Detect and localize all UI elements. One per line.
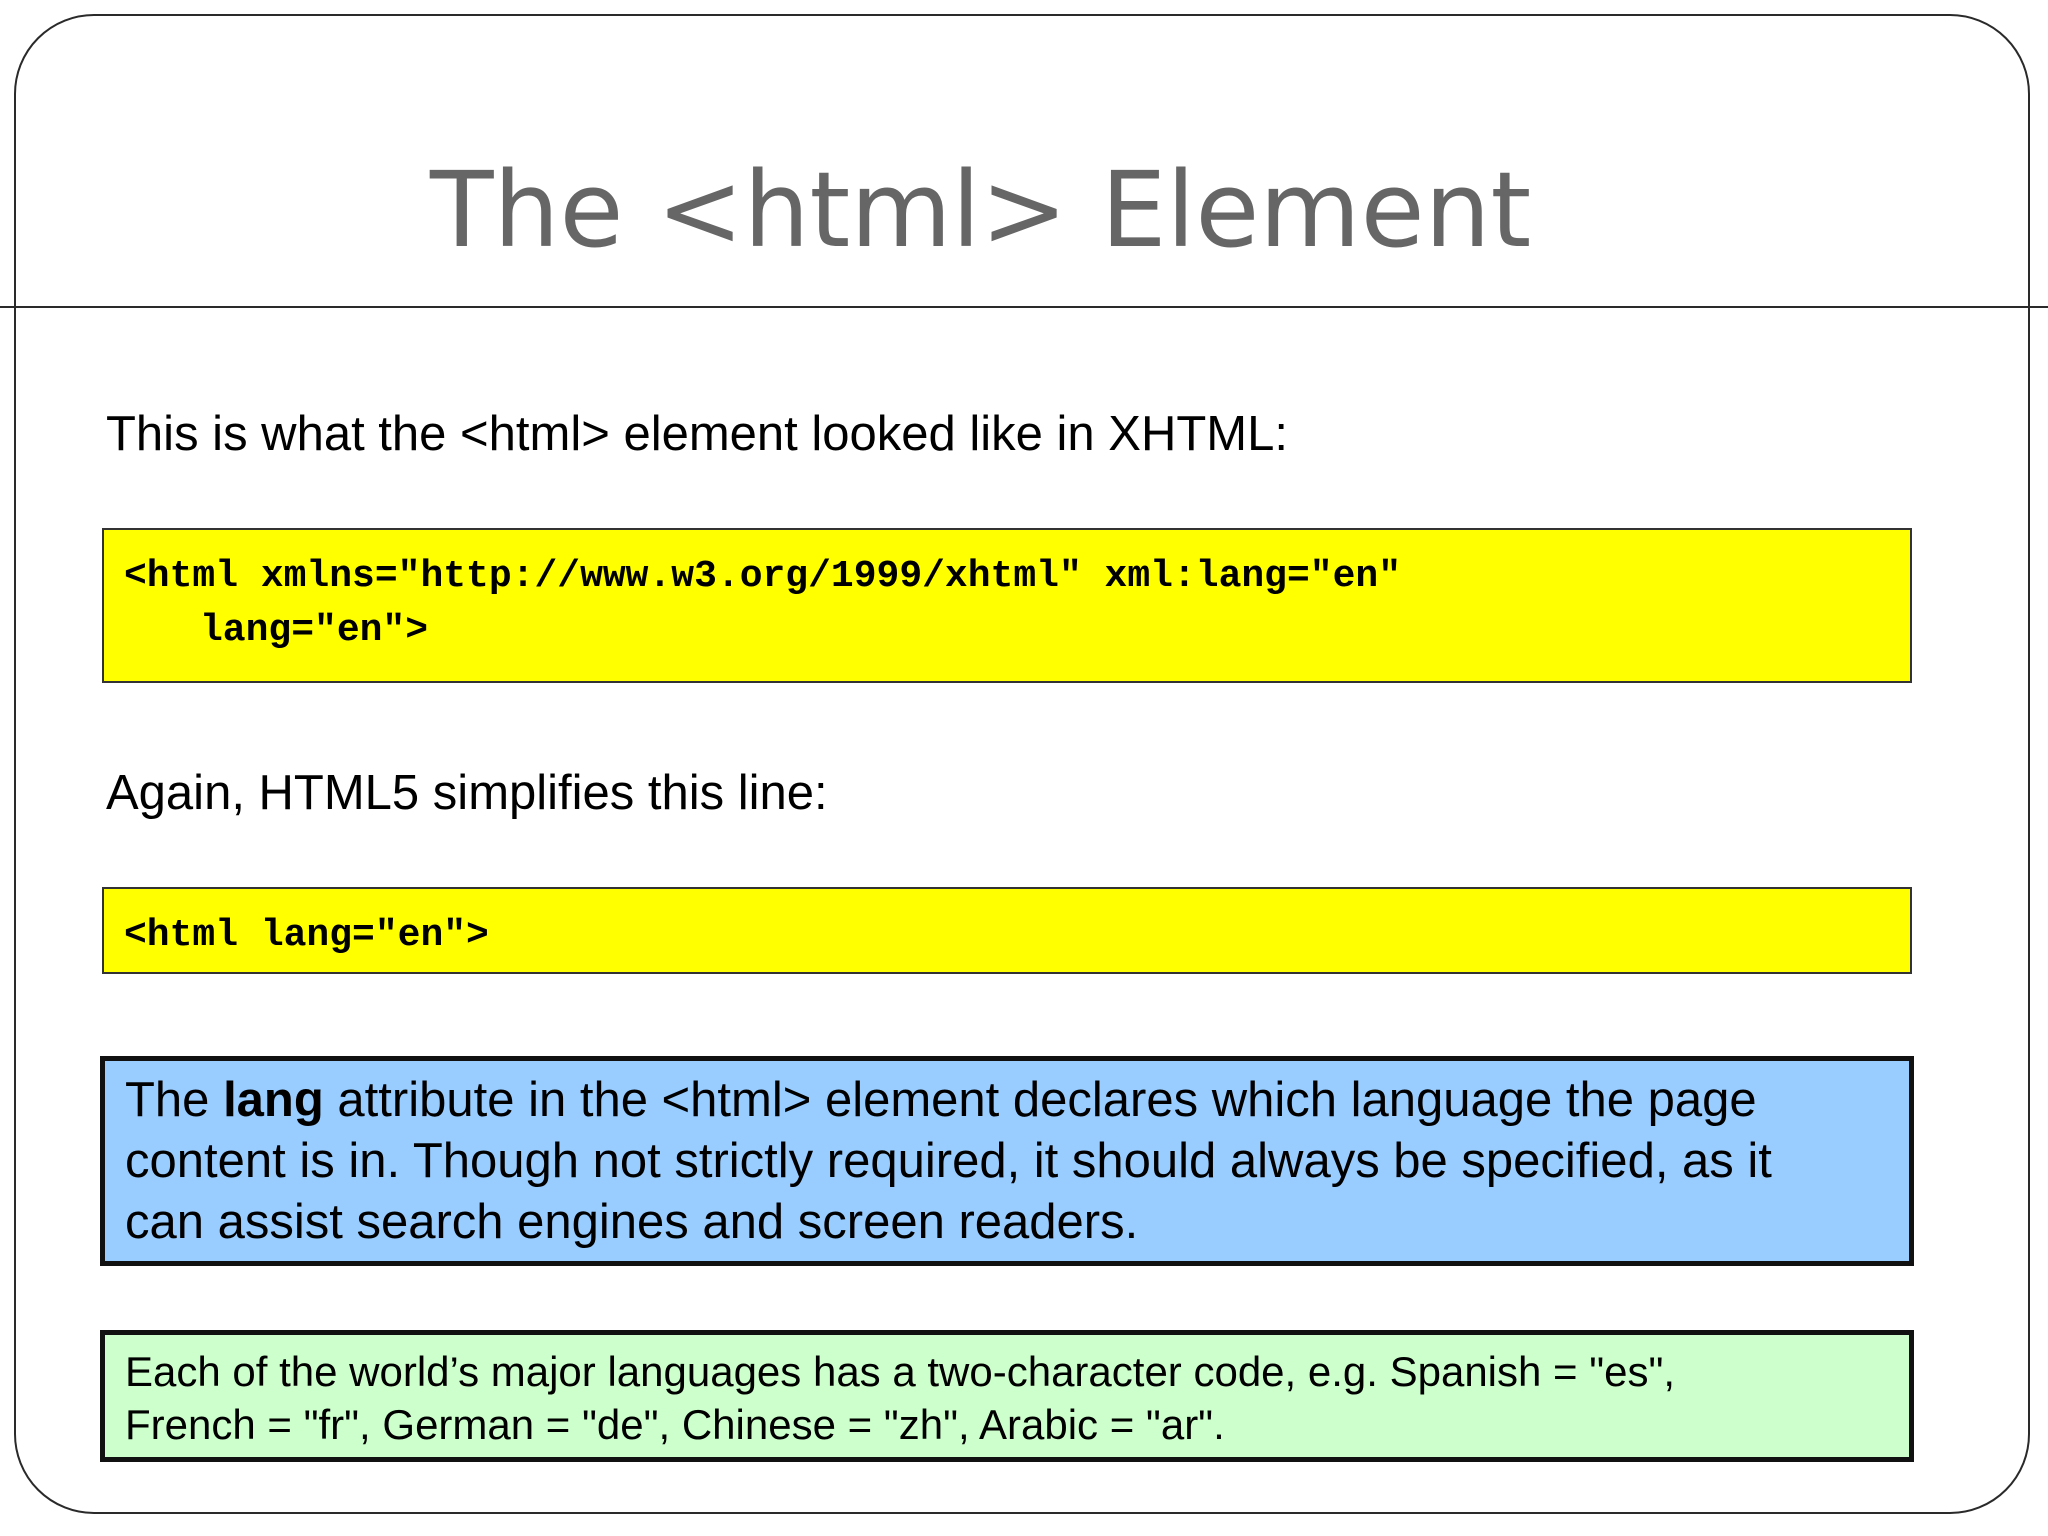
lang-note-line-2: content is in. Though not strictly requi… xyxy=(125,1134,1772,1188)
lang-keyword: lang xyxy=(223,1073,324,1127)
xhtml-code-box: <html xmlns="http://www.w3.org/1999/xhtm… xyxy=(102,528,1912,683)
title-divider xyxy=(0,306,2048,308)
xhtml-code-line-1: <html xmlns="http://www.w3.org/1999/xhtm… xyxy=(124,555,1402,598)
code-note-line-2: French = "fr", German = "de", Chinese = … xyxy=(125,1401,1225,1448)
slide-title: The <html> Element xyxy=(430,149,1532,271)
code-note-line-1: Each of the world’s major languages has … xyxy=(125,1348,1676,1395)
lang-note-line-1-rest: attribute in the <html> element declares… xyxy=(323,1073,1757,1127)
html5-code-box: <html lang="en"> xyxy=(102,887,1912,974)
xhtml-code-line-2: lang="en"> xyxy=(200,609,429,652)
lang-note-prefix: The xyxy=(125,1073,224,1127)
lang-note-line-3: can assist search engines and screen rea… xyxy=(125,1195,1139,1249)
intro-xhtml-text: This is what the <html> element looked l… xyxy=(106,407,1288,461)
lang-attribute-note: The lang attribute in the <html> element… xyxy=(100,1056,1914,1266)
html5-code-line-1: <html lang="en"> xyxy=(124,914,489,957)
language-codes-note: Each of the world’s major languages has … xyxy=(100,1330,1914,1462)
lang-note-line-1: The lang attribute in the <html> element… xyxy=(125,1070,1889,1131)
intro-html5-text: Again, HTML5 simplifies this line: xyxy=(106,766,828,820)
